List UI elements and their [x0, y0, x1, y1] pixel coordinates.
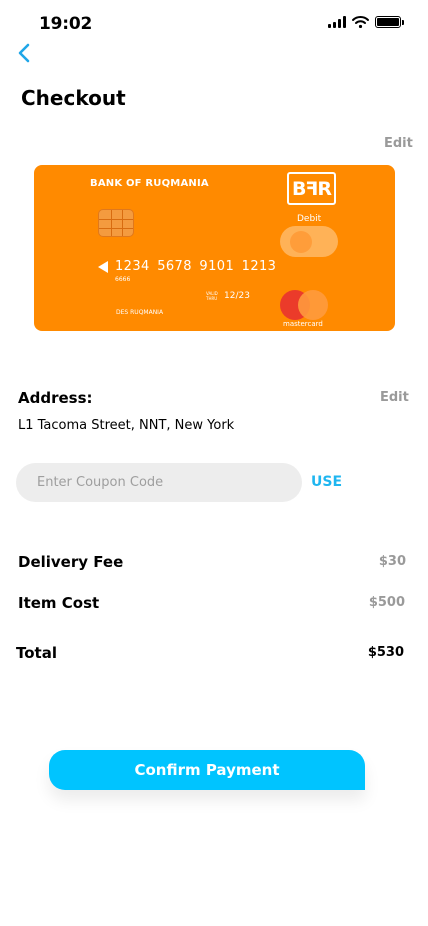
card-chip-icon — [98, 209, 134, 237]
battery-icon — [375, 16, 404, 28]
payment-card[interactable]: BANK OF RUQMANIA BꟻR Debit 1234 5678 910… — [34, 165, 395, 331]
delivery-fee-label: Delivery Fee — [18, 553, 124, 571]
edit-card-button[interactable]: Edit — [384, 136, 413, 151]
valid-thru-label: VALID THRU — [206, 291, 218, 301]
status-time: 19:02 — [39, 14, 93, 34]
item-cost-label: Item Cost — [18, 594, 100, 612]
total-label: Total — [16, 644, 57, 662]
toggle-knob — [290, 231, 312, 253]
confirm-payment-button[interactable]: Confirm Payment — [49, 750, 365, 790]
coupon-input[interactable] — [16, 463, 302, 502]
delivery-fee-value: $30 — [378, 554, 406, 569]
contactless-arrow-icon — [98, 261, 108, 273]
card-network-label: mastercard — [283, 320, 323, 328]
back-chevron-icon[interactable] — [15, 41, 35, 65]
status-icons — [328, 16, 404, 28]
card-expiry: 12/23 — [224, 291, 250, 301]
card-short-number: 6666 — [115, 276, 131, 283]
card-type-label: Debit — [297, 214, 322, 224]
use-coupon-button[interactable]: USE — [311, 474, 342, 490]
card-number: 1234 5678 9101 1213 — [115, 259, 277, 274]
edit-address-button[interactable]: Edit — [380, 390, 409, 405]
debit-toggle[interactable] — [280, 226, 338, 257]
bank-name: BANK OF RUQMANIA — [90, 178, 209, 189]
signal-icon — [328, 16, 346, 28]
address-label: Address: — [18, 389, 93, 407]
page-title: Checkout — [21, 86, 126, 110]
total-value: $530 — [367, 645, 404, 660]
card-holder: DES RUQMANIA — [116, 309, 164, 316]
address-value: L1 Tacoma Street, NNT, New York — [18, 418, 235, 433]
wifi-icon — [352, 16, 369, 28]
item-cost-value: $500 — [368, 595, 405, 610]
bank-logo: BꟻR — [287, 172, 336, 205]
mastercard-logo-icon — [280, 290, 328, 320]
